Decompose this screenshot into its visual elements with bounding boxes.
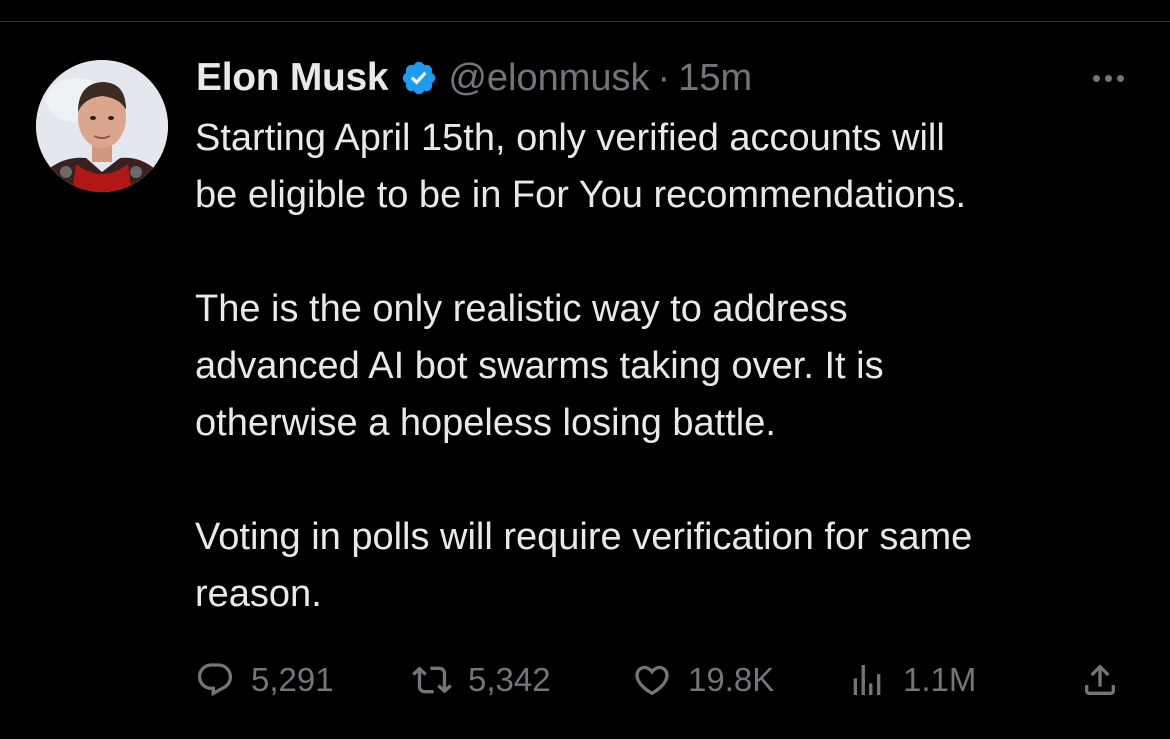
author-handle[interactable]: @elonmusk — [448, 57, 649, 100]
tweet-paragraph: Voting in polls will require verificatio… — [195, 516, 973, 615]
reply-icon — [193, 658, 237, 702]
share-icon — [1078, 658, 1122, 702]
heart-icon — [630, 658, 674, 702]
tweet-header: Elon Musk @elonmusk · 15m — [196, 56, 752, 100]
retweet-icon — [410, 658, 454, 702]
verified-badge-icon[interactable] — [400, 59, 438, 97]
more-dot — [1116, 74, 1124, 82]
avatar[interactable] — [36, 60, 168, 192]
separator-dot: · — [657, 56, 671, 99]
tweet-paragraph: The is the only realistic way to address… — [195, 288, 884, 444]
share-button[interactable] — [1078, 655, 1122, 705]
views-icon — [845, 658, 889, 702]
top-divider — [0, 21, 1170, 22]
retweet-count: 5,342 — [468, 661, 551, 698]
views-count: 1.1M — [903, 661, 977, 698]
like-button[interactable]: 19.8K — [630, 655, 774, 705]
like-count: 19.8K — [688, 661, 775, 698]
tweet-paragraph: Starting April 15th, only verified accou… — [195, 117, 967, 216]
action-bar: 5,291 5,342 19.8K 1.1M — [0, 655, 1170, 705]
tweet-text: Starting April 15th, only verified accou… — [195, 110, 1155, 623]
timestamp[interactable]: 15m — [678, 57, 752, 100]
more-dots-icon[interactable] — [1084, 64, 1132, 92]
author-name[interactable]: Elon Musk — [196, 56, 389, 100]
more-dot — [1092, 74, 1100, 82]
reply-button[interactable]: 5,291 — [193, 655, 334, 705]
reply-count: 5,291 — [251, 661, 334, 698]
views-button[interactable]: 1.1M — [845, 655, 976, 705]
retweet-button[interactable]: 5,342 — [410, 655, 551, 705]
more-dot — [1104, 74, 1112, 82]
avatar-image — [36, 60, 168, 192]
